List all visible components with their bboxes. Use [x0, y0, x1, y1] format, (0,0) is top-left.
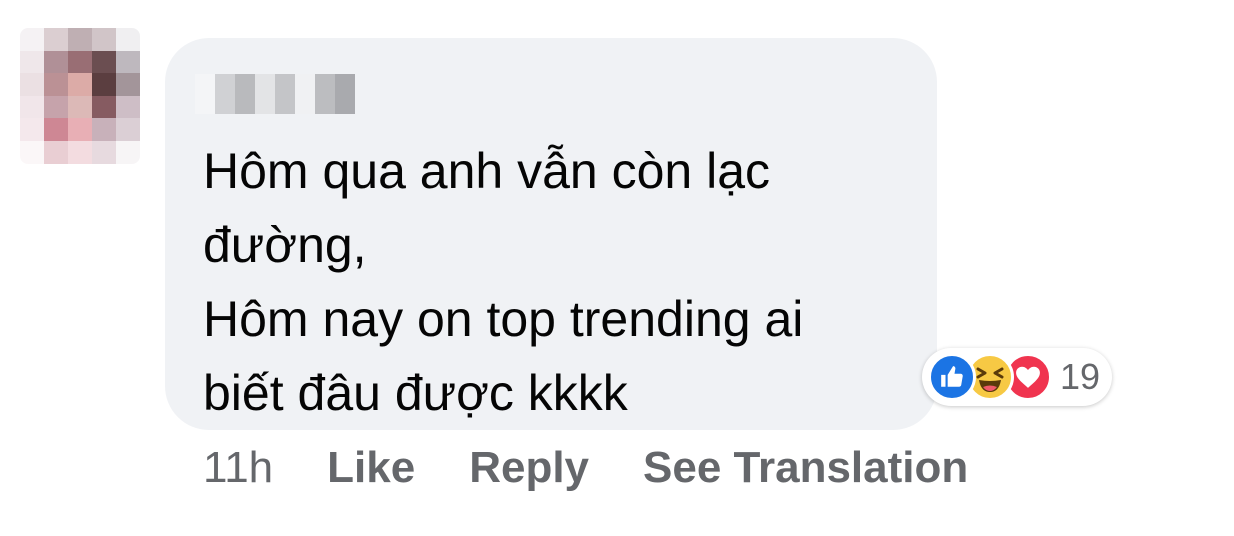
reaction-count: 19: [1060, 356, 1101, 397]
comment-line: biết đâu được kkkk: [203, 365, 628, 421]
comment-text: Hôm qua anh vẫn còn lạc đường, Hôm nay o…: [203, 134, 903, 430]
comment-bubble: Hôm qua anh vẫn còn lạc đường, Hôm nay o…: [165, 38, 937, 430]
comment-container: Hôm qua anh vẫn còn lạc đường, Hôm nay o…: [0, 0, 1234, 536]
like-button[interactable]: Like: [327, 443, 415, 493]
comment-line: đường,: [203, 217, 367, 273]
like-icon: [928, 353, 976, 401]
reply-button[interactable]: Reply: [469, 443, 589, 493]
comment-actions: 11h Like Reply See Translation: [203, 443, 968, 493]
reactions-summary[interactable]: 19: [922, 348, 1113, 406]
author-name-blurred[interactable]: [195, 74, 355, 114]
comment-line: Hôm nay on top trending ai: [203, 291, 804, 347]
avatar[interactable]: [20, 28, 140, 164]
see-translation-button[interactable]: See Translation: [643, 443, 968, 493]
comment-line: Hôm qua anh vẫn còn lạc: [203, 143, 771, 199]
timestamp[interactable]: 11h: [203, 443, 273, 493]
